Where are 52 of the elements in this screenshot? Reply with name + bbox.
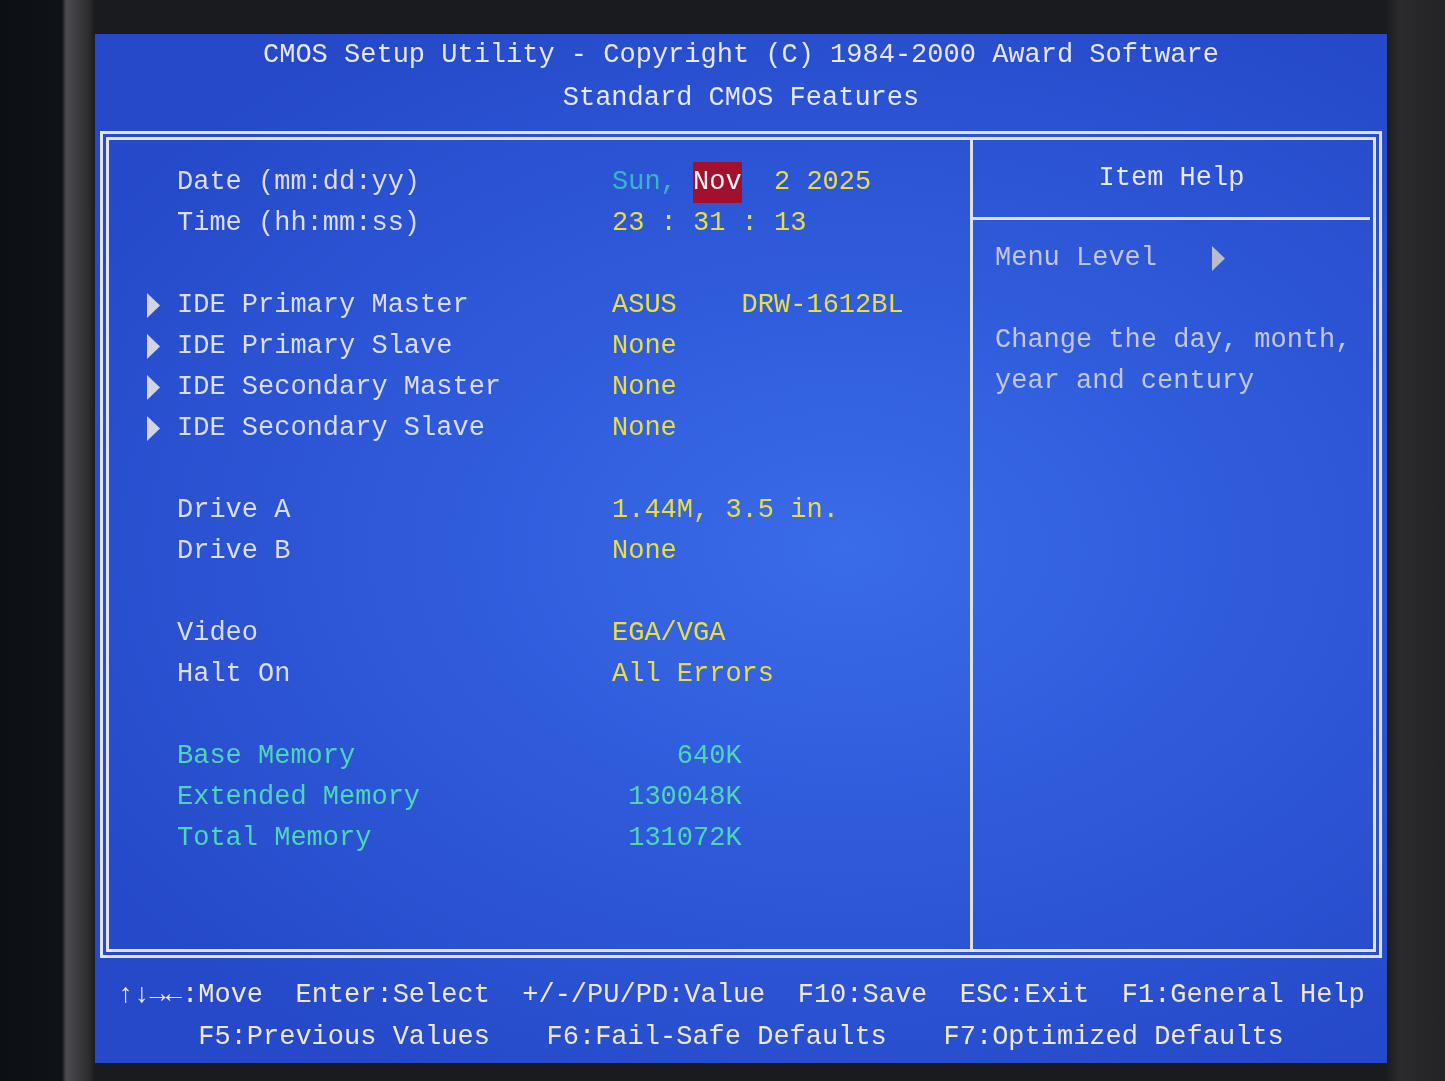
setting-value[interactable]: EGA/VGA <box>612 618 726 648</box>
time-field[interactable]: 23 <box>612 203 645 244</box>
triangle-icon <box>147 293 160 318</box>
date-field[interactable]: 2025 <box>806 162 872 203</box>
device-value: None <box>612 413 677 443</box>
setting-label: Date (mm:dd:yy) <box>177 167 421 197</box>
key-hint: ↑↓→←:Move <box>117 979 264 1012</box>
key-hint: F7:Optimized Defaults <box>943 1021 1284 1054</box>
setting-label: Drive A <box>177 495 291 525</box>
memory-value: 130048K <box>628 781 742 814</box>
date-field[interactable]: Nov <box>693 162 742 203</box>
screen-subtitle: Standard CMOS Features <box>561 82 921 115</box>
key-hint: ESC:Exit <box>959 979 1090 1012</box>
memory-label: Extended Memory <box>177 782 421 812</box>
time-field[interactable]: 13 <box>773 203 807 244</box>
setting-value[interactable]: 1.44M, 3.5 in. <box>612 495 839 525</box>
key-hint: +/-/PU/PD:Value <box>522 979 766 1012</box>
device-value: ASUS DRW-1612BL <box>612 290 904 320</box>
setting-value[interactable]: None <box>612 536 677 566</box>
menu-item[interactable]: IDE Secondary Master <box>177 372 502 402</box>
weekday-text: Sun, <box>612 166 677 199</box>
menu-item[interactable]: IDE Primary Slave <box>177 331 453 361</box>
triangle-icon <box>147 416 160 441</box>
memory-value: 640K <box>676 740 742 773</box>
key-hint: F6:Fail-Safe Defaults <box>546 1021 887 1054</box>
triangle-icon <box>147 334 160 359</box>
key-hint: Enter:Select <box>295 979 490 1012</box>
help-text: Change the day, month, year and century <box>995 324 1353 398</box>
date-field[interactable]: 2 <box>774 162 791 203</box>
key-hint: F1:General Help <box>1121 979 1365 1012</box>
menu-item[interactable]: IDE Primary Master <box>177 290 469 320</box>
triangle-icon <box>1211 246 1225 271</box>
screen-title: CMOS Setup Utility - Copyright (C) 1984-2000 Award Software <box>262 39 1220 72</box>
setting-label: Drive B <box>177 536 291 566</box>
memory-label: Total Memory <box>177 823 372 853</box>
memory-value: 131072K <box>628 822 742 855</box>
panel-title: Item Help <box>1098 162 1245 195</box>
triangle-icon <box>147 375 160 400</box>
separator-text: : <box>660 207 677 240</box>
time-field[interactable]: 31 <box>693 203 726 244</box>
menu-level-label: Menu Level <box>995 242 1158 275</box>
setting-value[interactable]: All Errors <box>612 659 775 689</box>
separator-text: : <box>741 207 758 240</box>
setting-label: Video <box>177 618 258 648</box>
device-value: None <box>612 331 677 361</box>
setting-label: Time (hh:mm:ss) <box>177 208 421 238</box>
menu-item[interactable]: IDE Secondary Slave <box>177 413 485 443</box>
key-hint: F5:Previous Values <box>198 1021 490 1054</box>
setting-label: Halt On <box>177 659 291 689</box>
key-hint: F10:Save <box>797 979 928 1012</box>
device-value: None <box>612 372 677 402</box>
memory-label: Base Memory <box>177 741 356 771</box>
